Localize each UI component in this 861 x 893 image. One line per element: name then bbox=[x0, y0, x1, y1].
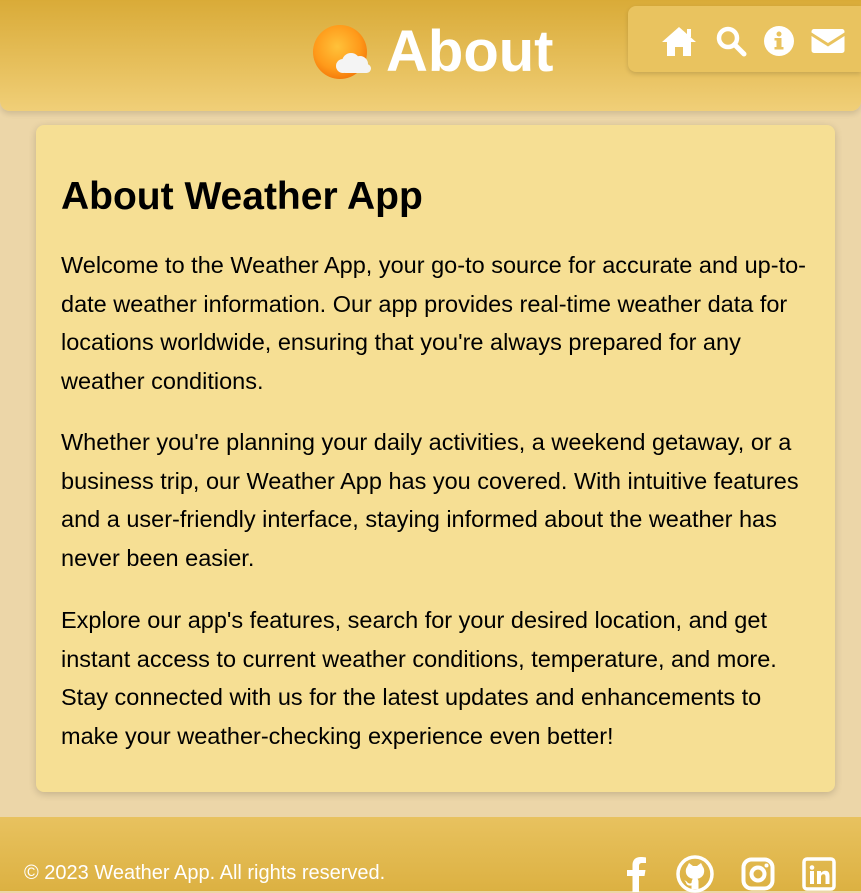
footer: © 2023 Weather App. All rights reserved. bbox=[0, 817, 861, 893]
linkedin-icon[interactable] bbox=[799, 855, 839, 893]
home-icon[interactable] bbox=[660, 22, 698, 60]
nav-bar bbox=[628, 6, 861, 72]
search-icon[interactable] bbox=[712, 22, 750, 60]
sun-cloud-icon bbox=[313, 25, 371, 79]
header: About bbox=[0, 0, 861, 111]
about-heading: About Weather App bbox=[61, 175, 423, 218]
about-paragraph-3: Explore our app's features, search for y… bbox=[61, 607, 777, 749]
envelope-icon[interactable] bbox=[809, 22, 847, 60]
info-icon[interactable] bbox=[760, 22, 798, 60]
instagram-icon[interactable] bbox=[738, 855, 778, 893]
page-title: About bbox=[386, 19, 554, 84]
about-card: About Weather App Welcome to the Weather… bbox=[36, 125, 835, 792]
github-icon[interactable] bbox=[675, 855, 715, 893]
about-paragraph-2: Whether you're planning your daily activ… bbox=[61, 429, 799, 571]
copyright-text: © 2023 Weather App. All rights reserved. bbox=[24, 862, 386, 884]
about-paragraph-1: Welcome to the Weather App, your go-to s… bbox=[61, 252, 807, 394]
facebook-icon[interactable] bbox=[616, 855, 656, 893]
